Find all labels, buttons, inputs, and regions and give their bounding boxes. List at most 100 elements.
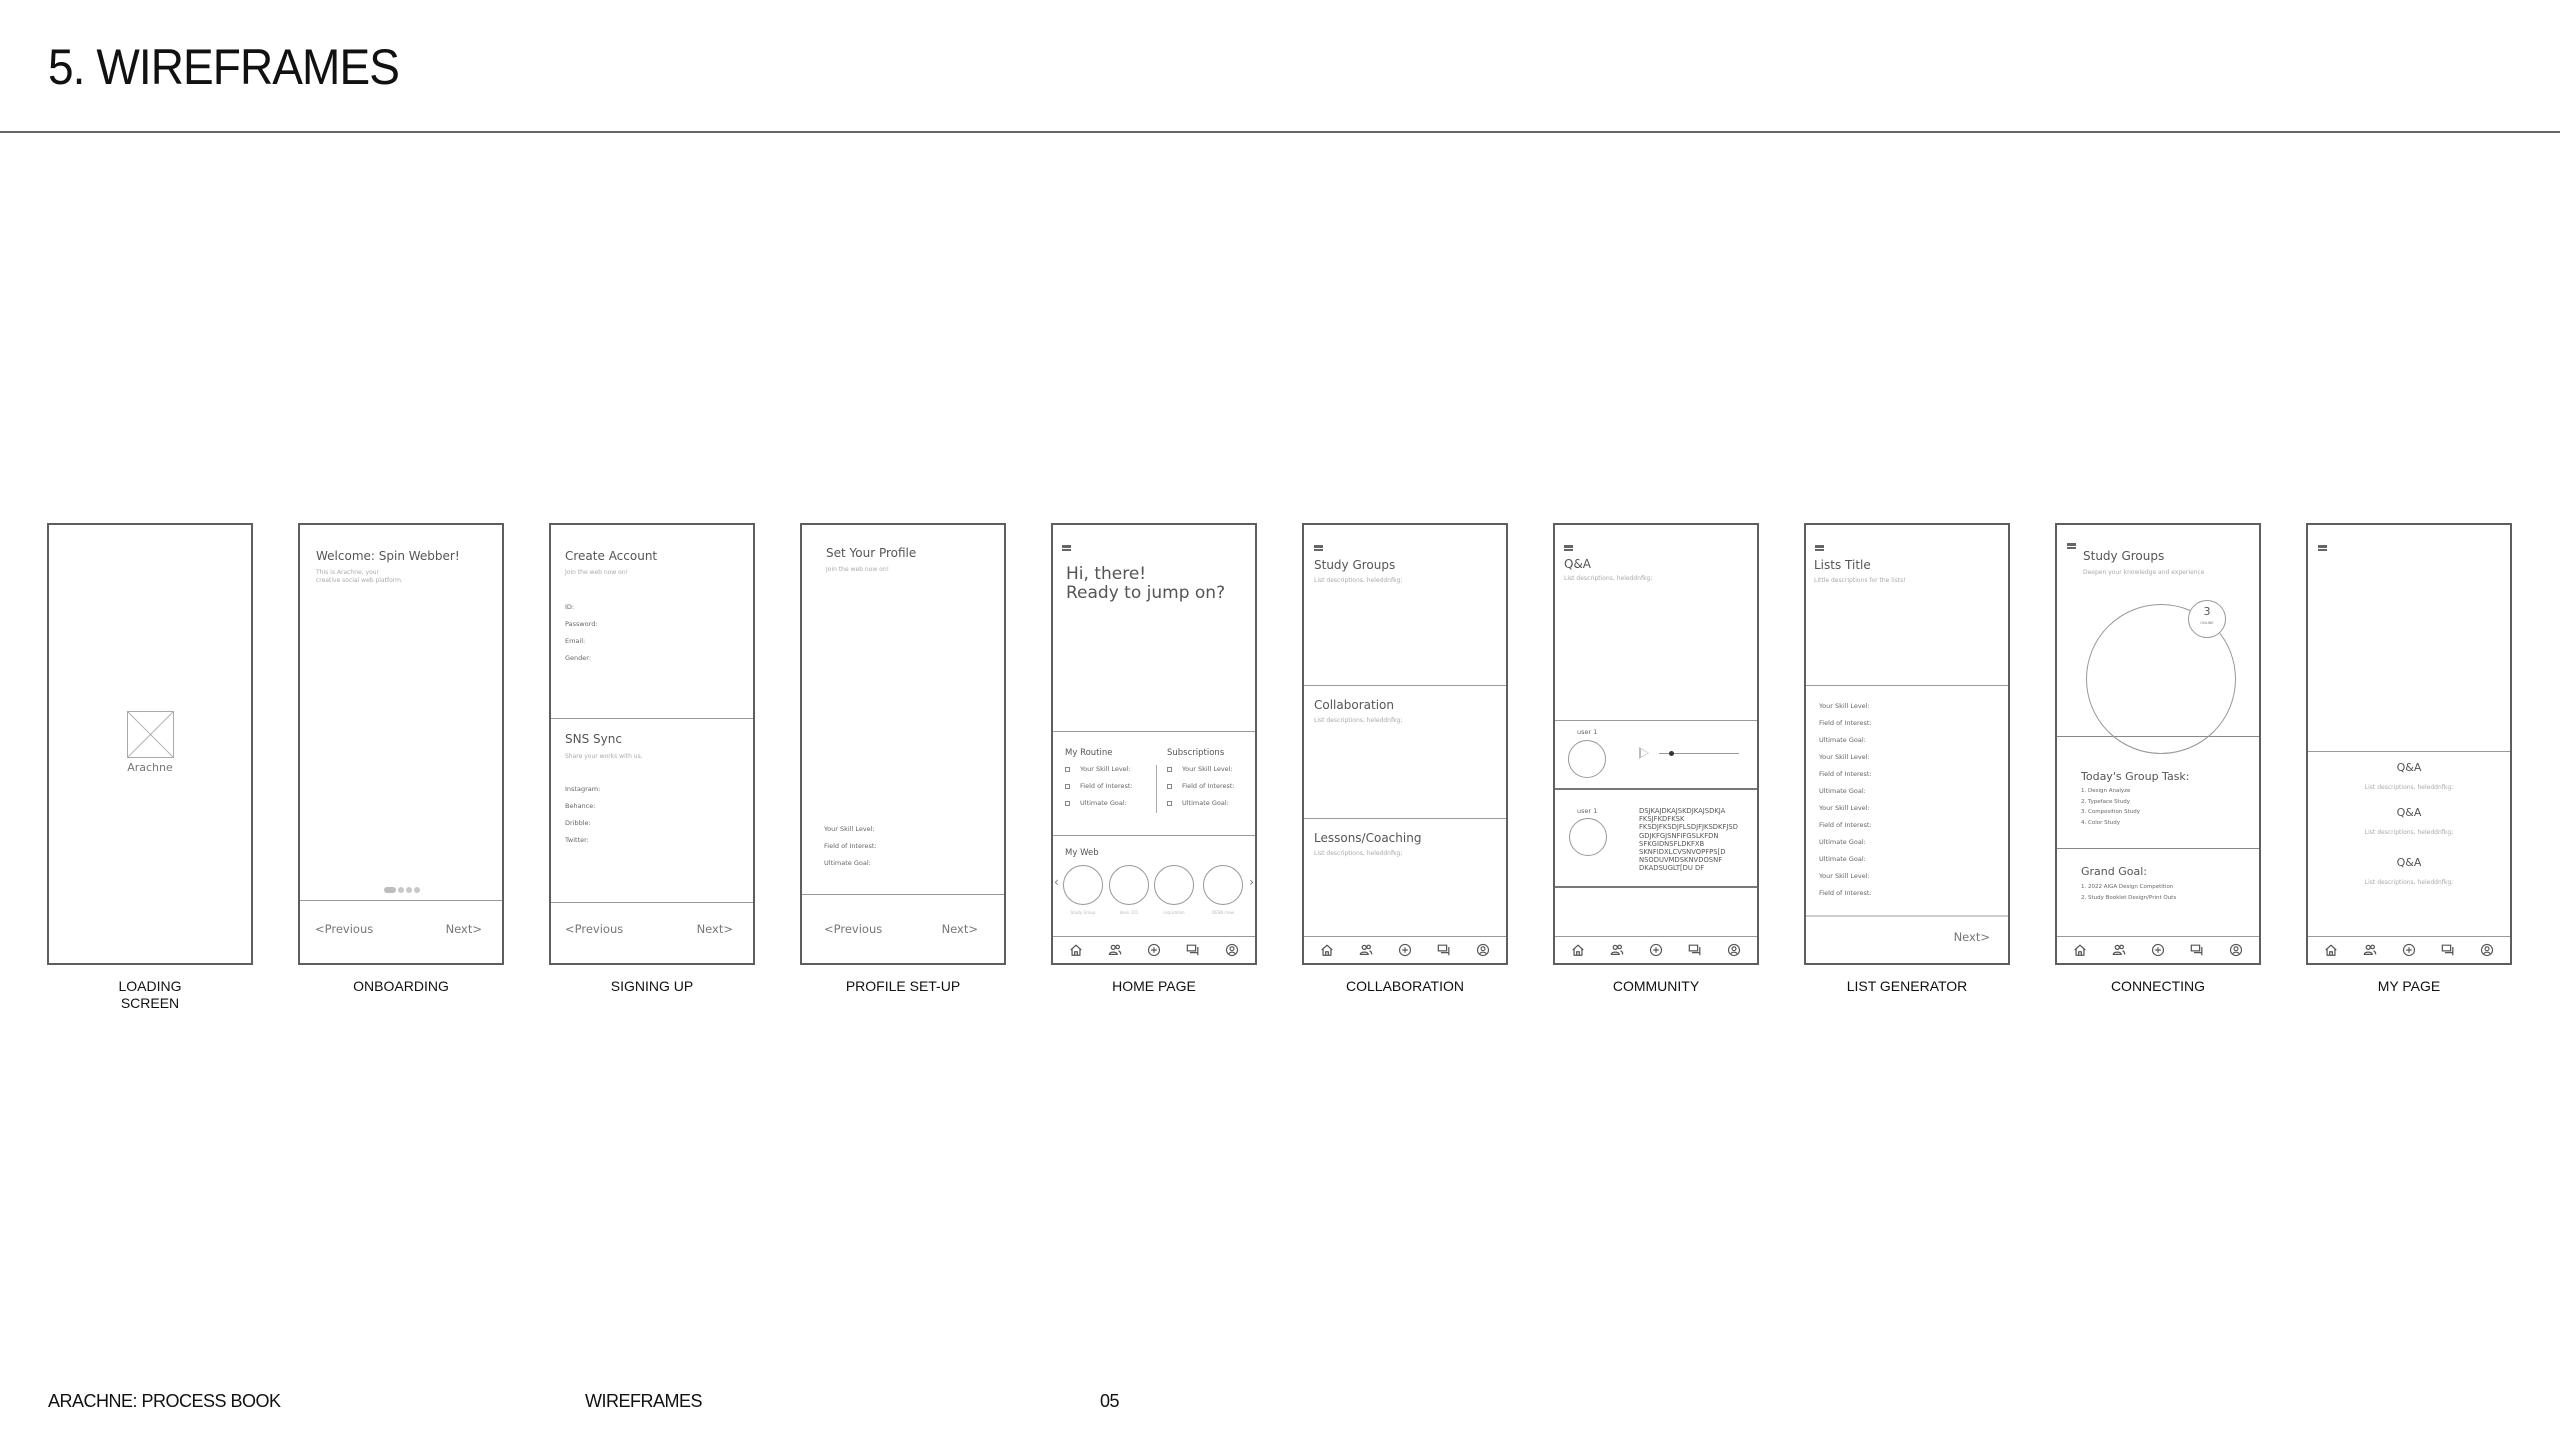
menu-icon[interactable] <box>2067 543 2076 549</box>
pagination-dot[interactable] <box>406 887 412 893</box>
sns-field-behance[interactable]: Behance: <box>565 802 600 819</box>
profile-icon[interactable] <box>2228 942 2244 958</box>
routine-item[interactable]: Field of Interest: <box>1065 782 1133 799</box>
post-user[interactable]: user 1 <box>1577 728 1597 736</box>
checkbox[interactable] <box>1065 766 1070 772</box>
section-title[interactable]: Collaboration <box>1314 698 1394 712</box>
sns-field-dribble[interactable]: Dribble: <box>565 819 600 836</box>
list-item[interactable]: Your Skill Level: <box>1819 753 1872 770</box>
list-item[interactable]: Your Skill Level: <box>1819 872 1872 889</box>
next-button[interactable]: Next> <box>1954 930 1990 944</box>
sns-field-instagram[interactable]: Instagram: <box>565 785 600 802</box>
profile-icon[interactable] <box>1475 942 1491 958</box>
people-icon[interactable] <box>2362 942 2378 958</box>
list-item[interactable]: Ultimate Goal: <box>1819 787 1872 804</box>
profile-icon[interactable] <box>1224 942 1240 958</box>
add-circle-icon[interactable] <box>1397 942 1413 958</box>
subscription-item[interactable]: Ultimate Goal: <box>1167 799 1235 816</box>
qa-item-title[interactable]: Q&A <box>2308 856 2510 874</box>
account-field-password[interactable]: Password: <box>565 620 598 637</box>
list-item[interactable]: Ultimate Goal: <box>1819 838 1872 855</box>
profile-icon[interactable] <box>1726 942 1742 958</box>
list-item[interactable]: Ultimate Goal: <box>1819 855 1872 872</box>
task-item[interactable]: 1. Design Analyze <box>2081 788 2140 799</box>
menu-icon[interactable] <box>2318 545 2327 551</box>
profile-icon[interactable] <box>2479 942 2495 958</box>
add-circle-icon[interactable] <box>2150 942 2166 958</box>
audio-scrubber[interactable] <box>1668 751 1674 756</box>
qa-item-title[interactable]: Q&A <box>2308 761 2510 779</box>
checkbox[interactable] <box>1167 783 1172 789</box>
user-avatar[interactable] <box>1569 818 1607 856</box>
goal-item[interactable]: 2. Study Booklet Design/Print Outs <box>2081 895 2176 906</box>
profile-field-skill-level[interactable]: Your Skill Level: <box>824 825 877 842</box>
pagination-dot-active[interactable] <box>384 887 396 893</box>
list-item[interactable]: Field of Interest: <box>1819 821 1872 838</box>
web-circle-study-group[interactable] <box>1063 865 1103 905</box>
pagination-dots[interactable] <box>384 887 420 893</box>
list-item[interactable]: Your Skill Level: <box>1819 702 1872 719</box>
routine-item[interactable]: Ultimate Goal: <box>1065 799 1133 816</box>
subscription-item[interactable]: Field of Interest: <box>1167 782 1235 799</box>
previous-button[interactable]: <Previous <box>565 922 623 936</box>
chat-icon[interactable] <box>1687 942 1703 958</box>
carousel-next-arrow[interactable]: › <box>1249 875 1254 889</box>
profile-field-interest[interactable]: Field of Interest: <box>824 842 877 859</box>
subscription-item[interactable]: Your Skill Level: <box>1167 765 1235 782</box>
section-title[interactable]: Lessons/Coaching <box>1314 831 1421 845</box>
checkbox[interactable] <box>1065 800 1070 806</box>
menu-icon[interactable] <box>1062 545 1071 551</box>
task-item[interactable]: 2. Typeface Study <box>2081 799 2140 810</box>
people-icon[interactable] <box>1358 942 1374 958</box>
people-icon[interactable] <box>1609 942 1625 958</box>
home-icon[interactable] <box>1068 942 1084 958</box>
list-item[interactable]: Ultimate Goal: <box>1819 736 1872 753</box>
checkbox[interactable] <box>1167 766 1172 772</box>
web-circle-desn-crew[interactable] <box>1203 865 1243 905</box>
list-item[interactable]: Field of Interest: <box>1819 719 1872 736</box>
menu-icon[interactable] <box>1815 545 1824 551</box>
add-circle-icon[interactable] <box>1146 942 1162 958</box>
user-avatar[interactable] <box>1568 740 1606 778</box>
people-icon[interactable] <box>1107 942 1123 958</box>
routine-item[interactable]: Your Skill Level: <box>1065 765 1133 782</box>
home-icon[interactable] <box>2072 942 2088 958</box>
list-item[interactable]: Field of Interest: <box>1819 770 1872 787</box>
qa-item-title[interactable]: Q&A <box>2308 806 2510 824</box>
add-circle-icon[interactable] <box>1648 942 1664 958</box>
pagination-dot[interactable] <box>414 887 420 893</box>
profile-field-goal[interactable]: Ultimate Goal: <box>824 859 877 876</box>
web-circle-inspiration[interactable] <box>1154 865 1194 905</box>
account-field-gender[interactable]: Gender: <box>565 654 598 671</box>
next-button[interactable]: Next> <box>942 922 978 936</box>
section-title[interactable]: Study Groups <box>1314 558 1395 572</box>
list-item[interactable]: Your Skill Level: <box>1819 804 1872 821</box>
previous-button[interactable]: <Previous <box>315 922 373 936</box>
next-button[interactable]: Next> <box>697 922 733 936</box>
home-icon[interactable] <box>2323 942 2339 958</box>
carousel-prev-arrow[interactable]: ‹ <box>1054 875 1059 889</box>
task-item[interactable]: 3. Composition Study <box>2081 809 2140 820</box>
chat-icon[interactable] <box>1436 942 1452 958</box>
task-item[interactable]: 4. Color Study <box>2081 820 2140 831</box>
menu-icon[interactable] <box>1314 545 1323 551</box>
account-field-email[interactable]: Email: <box>565 637 598 654</box>
checkbox[interactable] <box>1065 783 1070 789</box>
web-circle-desn-101[interactable] <box>1109 865 1149 905</box>
chat-icon[interactable] <box>1185 942 1201 958</box>
chat-icon[interactable] <box>2440 942 2456 958</box>
goal-item[interactable]: 1. 2022 AIGA Design Competition <box>2081 884 2176 895</box>
sns-field-twitter[interactable]: Twitter: <box>565 836 600 853</box>
menu-icon[interactable] <box>1564 545 1573 551</box>
home-icon[interactable] <box>1319 942 1335 958</box>
next-button[interactable]: Next> <box>446 922 482 936</box>
pagination-dot[interactable] <box>398 887 404 893</box>
previous-button[interactable]: <Previous <box>824 922 882 936</box>
add-circle-icon[interactable] <box>2401 942 2417 958</box>
people-icon[interactable] <box>2111 942 2127 958</box>
post-user[interactable]: user 1 <box>1577 807 1597 815</box>
chat-icon[interactable] <box>2189 942 2205 958</box>
account-field-id[interactable]: ID: <box>565 603 598 620</box>
list-item[interactable]: Field of Interest: <box>1819 889 1872 906</box>
home-icon[interactable] <box>1570 942 1586 958</box>
